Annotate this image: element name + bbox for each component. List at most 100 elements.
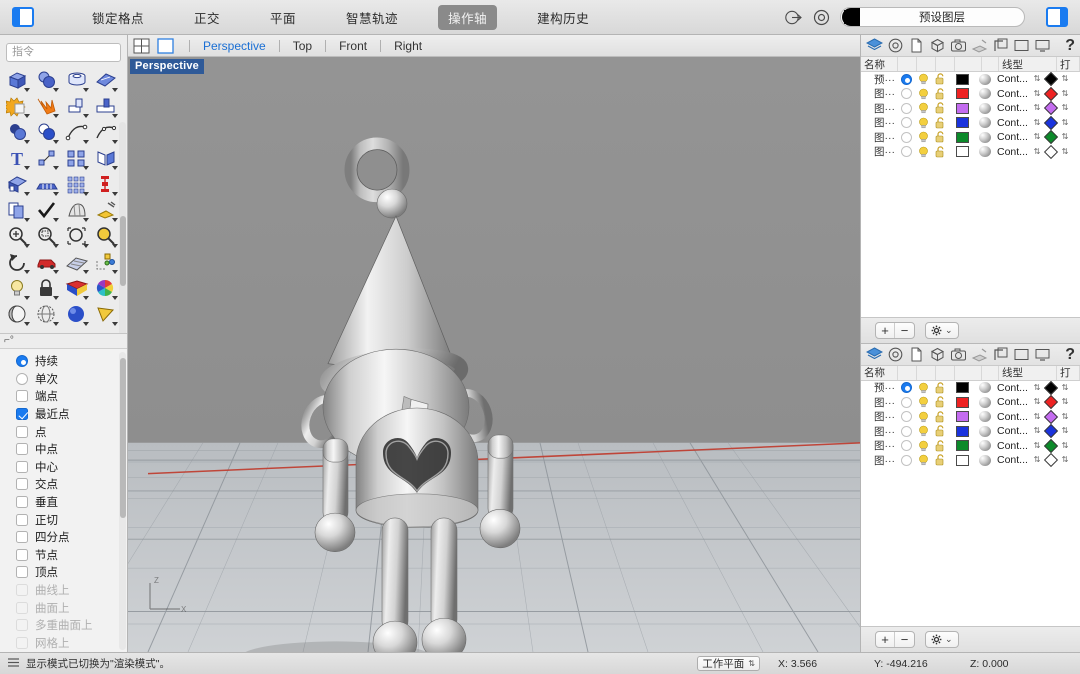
layers-tab-icon[interactable] — [865, 37, 884, 54]
add-remove-layer-buttons[interactable]: + − — [875, 631, 915, 648]
linetype-stepper-icon[interactable]: ⇅ — [1033, 104, 1041, 112]
layer-linetype[interactable]: Cont... — [993, 382, 1033, 394]
layer-lock-toggle[interactable] — [932, 454, 949, 466]
view-tab-icon[interactable] — [1013, 346, 1030, 363]
properties-tab-icon[interactable] — [887, 346, 904, 363]
layer-target-icon[interactable] — [784, 8, 803, 27]
layer-print-color[interactable] — [1041, 86, 1061, 101]
layout-tab-icon[interactable] — [992, 37, 1009, 54]
explode-tool-icon[interactable] — [35, 95, 61, 119]
render-tab-icon[interactable] — [971, 37, 988, 54]
layer-linetype[interactable]: Cont... — [993, 88, 1033, 100]
mesh-tool-icon[interactable] — [65, 199, 91, 223]
material-sphere-icon[interactable] — [978, 102, 991, 114]
layer-print-color[interactable] — [1041, 101, 1061, 116]
layer-visibility-toggle[interactable] — [915, 411, 932, 423]
osnap-item-knot[interactable]: 节点 — [16, 546, 127, 564]
layer-material[interactable] — [976, 117, 993, 129]
layer-color-swatch[interactable] — [949, 88, 976, 100]
osnap-mode-persistent[interactable]: 持续 — [16, 353, 127, 371]
material-sphere-icon[interactable] — [978, 454, 991, 466]
color-swatch-icon[interactable] — [956, 131, 969, 143]
layer-color-swatch[interactable] — [949, 102, 976, 114]
viewport-tab-top[interactable]: Top — [289, 39, 316, 53]
linetype-stepper-icon[interactable]: ⇅ — [1033, 427, 1041, 435]
color-swatch-icon[interactable] — [956, 146, 969, 158]
remove-layer-button[interactable]: − — [895, 632, 914, 647]
text-tool-icon[interactable]: T — [6, 147, 32, 171]
difference-tool-icon[interactable] — [35, 121, 61, 145]
point-tool-icon[interactable] — [35, 147, 61, 171]
layer-print-color[interactable] — [1041, 409, 1061, 424]
layer-name[interactable]: 图··· — [864, 409, 898, 424]
linetype-stepper-icon[interactable]: ⇅ — [1033, 133, 1041, 141]
boolean-tool-icon[interactable] — [6, 95, 32, 119]
osnap-item-perpendicular[interactable]: 垂直 — [16, 493, 127, 511]
material-sphere-icon[interactable] — [978, 425, 991, 437]
layer-lock-toggle[interactable] — [932, 382, 949, 394]
topmenu-item-planar[interactable]: 平面 — [260, 5, 306, 30]
add-layer-button[interactable]: + — [876, 322, 895, 338]
layer-color-swatch[interactable] — [949, 73, 976, 85]
layer-material[interactable] — [976, 425, 993, 437]
viewport-name-label[interactable]: Perspective — [130, 59, 204, 74]
printwidth-stepper-icon[interactable]: ⇅ — [1061, 147, 1069, 156]
osnap-item-vertex[interactable]: 顶点 — [16, 564, 127, 582]
osnap-item-tangent[interactable]: 正切 — [16, 511, 127, 529]
table-row[interactable]: 图··· Cont... ⇅ ⇅ — [861, 424, 1080, 439]
printwidth-stepper-icon[interactable]: ⇅ — [1061, 133, 1069, 141]
layer-current-toggle[interactable] — [898, 102, 915, 114]
plane-grid-tool-icon[interactable] — [65, 251, 91, 275]
layer-print-color[interactable] — [1041, 424, 1061, 439]
checkbox-icon[interactable] — [16, 425, 28, 438]
layer-color-swatch[interactable] — [949, 396, 976, 408]
layer-current-toggle[interactable] — [898, 88, 915, 100]
checkbox-icon[interactable] — [16, 390, 28, 403]
object-props-tool-icon[interactable] — [94, 251, 120, 275]
four-view-layout-icon[interactable] — [132, 38, 152, 54]
color-swatch-icon[interactable] — [956, 382, 969, 394]
zoom-selected-tool-icon[interactable] — [94, 225, 120, 249]
layer-current-icon[interactable] — [812, 8, 831, 27]
checkbox-icon[interactable] — [16, 531, 28, 544]
layer-visibility-toggle[interactable] — [915, 440, 932, 452]
zoom-in-tool-icon[interactable] — [6, 225, 32, 249]
layer-current-toggle[interactable] — [898, 411, 915, 423]
layer-row[interactable]: 图··· Cont... ⇅ ⇅ — [861, 130, 1080, 145]
print-color-diamond-icon[interactable] — [1043, 72, 1059, 87]
table-row[interactable]: 图··· Cont... ⇅ ⇅ — [861, 453, 1080, 468]
topmenu-item-smarttrack[interactable]: 智慧轨迹 — [336, 5, 408, 30]
linetype-stepper-icon[interactable]: ⇅ — [1033, 412, 1041, 421]
layer-lock-toggle[interactable] — [932, 425, 949, 437]
material-tool-icon[interactable] — [65, 277, 91, 301]
layer-linetype[interactable]: Cont... — [993, 425, 1033, 437]
properties-tab-icon[interactable] — [887, 37, 904, 54]
layer-current-toggle[interactable] — [898, 382, 915, 394]
layer-print-color[interactable] — [1041, 144, 1061, 159]
checkbox-icon[interactable] — [16, 513, 28, 526]
linetype-stepper-icon[interactable]: ⇅ — [1033, 118, 1041, 127]
layer-current-toggle[interactable] — [898, 396, 915, 408]
current-layer-dot-icon[interactable] — [901, 396, 912, 408]
viewport-3d-scene[interactable] — [128, 57, 860, 652]
layer-print-color[interactable] — [1041, 130, 1061, 145]
checkbox-icon[interactable] — [16, 408, 28, 421]
checkbox-icon[interactable] — [16, 443, 28, 456]
print-color-diamond-icon[interactable] — [1043, 144, 1059, 159]
current-layer-dot-icon[interactable] — [901, 411, 912, 423]
add-remove-layer-buttons[interactable]: + − — [875, 321, 915, 339]
layer-print-color[interactable] — [1041, 115, 1061, 130]
topmenu-item-grid-snap[interactable]: 锁定格点 — [82, 5, 154, 30]
layer-lock-toggle[interactable] — [932, 131, 949, 143]
layer-material[interactable] — [976, 102, 993, 114]
print-color-diamond-icon[interactable] — [1043, 395, 1059, 410]
print-color-diamond-icon[interactable] — [1043, 130, 1059, 145]
display-tab-icon[interactable] — [1034, 346, 1051, 363]
viewport-tab-right[interactable]: Right — [390, 39, 426, 53]
car-preview-tool-icon[interactable] — [35, 251, 61, 275]
chevron-down-icon[interactable]: ⌄ — [945, 634, 953, 645]
color-swatch-icon[interactable] — [956, 73, 969, 85]
topmenu-item-ortho[interactable]: 正交 — [184, 5, 230, 30]
surface-tool-icon[interactable] — [94, 69, 120, 93]
linetype-stepper-icon[interactable]: ⇅ — [1033, 147, 1041, 156]
